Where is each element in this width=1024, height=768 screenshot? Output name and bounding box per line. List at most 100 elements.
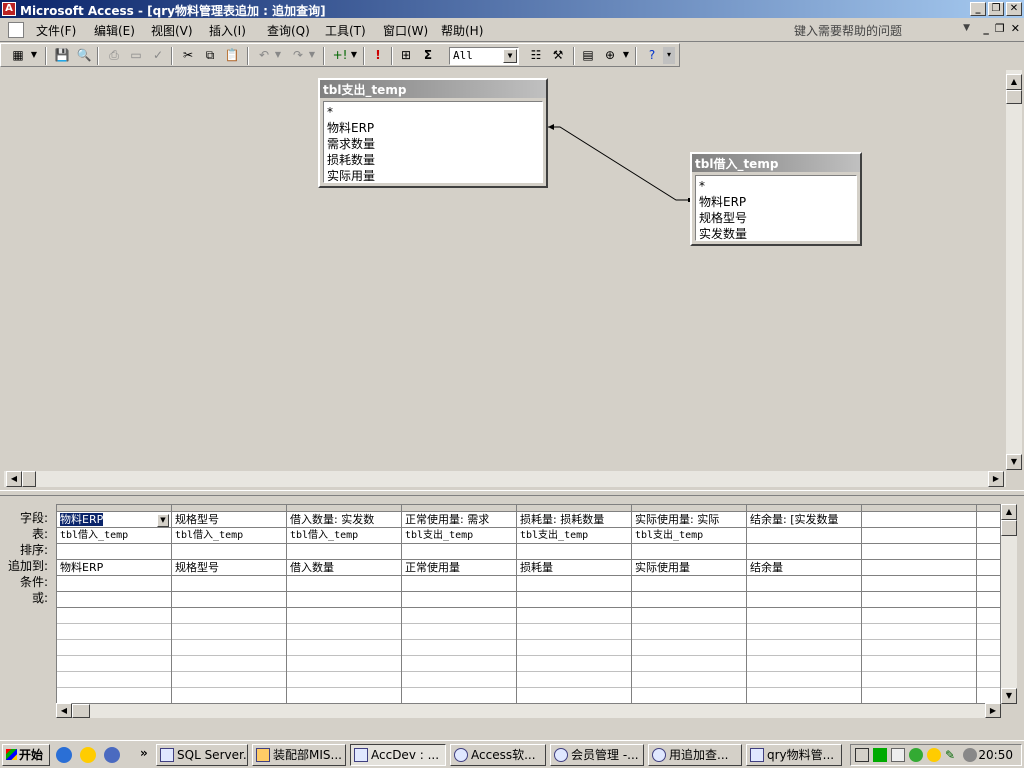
print-icon[interactable]: ⎙	[105, 47, 123, 64]
view-datasheet-icon[interactable]: ▦	[9, 47, 27, 64]
grid-cell-criteria[interactable]	[402, 576, 516, 592]
column-selector[interactable]	[57, 505, 171, 512]
table-box-tbl-expense-temp[interactable]: tbl支出_temp * 物料ERP 需求数量 损耗数量 实际用量	[318, 78, 548, 188]
grid-cell-sort[interactable]	[747, 544, 861, 560]
grid-column[interactable]: 规格型号 tbl借入_temp 规格型号	[172, 505, 287, 703]
grid-cell-table[interactable]: tbl借入_temp	[287, 528, 401, 544]
menu-window[interactable]: 窗口(W)	[383, 22, 428, 39]
grid-vertical-scrollbar[interactable]: ▲ ▼	[1001, 504, 1017, 704]
column-selector[interactable]	[747, 505, 861, 512]
grid-cell-empty[interactable]	[57, 608, 171, 624]
task-sql-server[interactable]: SQL Server...	[156, 744, 248, 766]
grid-cell-sort[interactable]	[402, 544, 516, 560]
grid-cell-empty[interactable]	[172, 656, 286, 672]
field-list[interactable]: * 物料ERP 需求数量 损耗数量 实际用量	[323, 101, 543, 183]
table-pane-vertical-scrollbar[interactable]: ▲ ▼	[1006, 70, 1022, 470]
scroll-thumb[interactable]	[22, 471, 36, 487]
properties-icon[interactable]: ☷	[527, 47, 545, 64]
ie-icon[interactable]	[56, 747, 72, 763]
scroll-right-icon[interactable]: ▶	[985, 703, 1001, 718]
help-search-input[interactable]: 键入需要帮助的问题 ▼	[790, 21, 970, 39]
task-qry-material[interactable]: qry物料管...	[746, 744, 842, 766]
grid-cell-empty[interactable]	[862, 640, 976, 656]
chevron-down-icon[interactable]: ▼	[157, 514, 169, 527]
chevron-down-icon[interactable]: ▼	[349, 47, 359, 64]
field-item[interactable]: *	[327, 104, 539, 120]
grid-cell-empty[interactable]	[747, 672, 861, 688]
grid-cell-empty[interactable]	[747, 608, 861, 624]
grid-cell-empty[interactable]	[977, 624, 1000, 640]
grid-cell-field[interactable]: 正常使用量: 需求	[402, 512, 516, 528]
grid-cell-or[interactable]	[57, 592, 171, 608]
field-list[interactable]: * 物料ERP 规格型号 实发数量	[695, 175, 857, 241]
query-type-icon[interactable]: +!	[331, 47, 349, 64]
grid-cell-empty[interactable]	[517, 640, 631, 656]
grid-column[interactable]: 结余量: [实发数量 结余量	[747, 505, 862, 703]
volume-icon[interactable]	[963, 748, 977, 762]
grid-cell-append-to[interactable]: 借入数量	[287, 560, 401, 576]
grid-cell-sort[interactable]	[977, 544, 1000, 560]
grid-cell-or[interactable]	[977, 592, 1000, 608]
grid-cell-empty[interactable]	[977, 672, 1000, 688]
grid-cell-empty[interactable]	[172, 608, 286, 624]
menu-view[interactable]: 视图(V)	[151, 22, 193, 39]
access-key-icon[interactable]: A	[2, 2, 16, 16]
restore-button[interactable]: ❐	[988, 2, 1004, 16]
column-selector[interactable]	[862, 505, 976, 512]
grid-cell-empty[interactable]	[977, 688, 1000, 703]
grid-cell-empty[interactable]	[517, 624, 631, 640]
grid-cell-field[interactable]: 物料ERP	[57, 512, 171, 528]
grid-cell-empty[interactable]	[632, 608, 746, 624]
grid-cell-empty[interactable]	[172, 688, 286, 703]
grid-cell-empty[interactable]	[632, 640, 746, 656]
grid-cell-empty[interactable]	[862, 624, 976, 640]
grid-cell-sort[interactable]	[172, 544, 286, 560]
task-append-query[interactable]: 用追加查...	[648, 744, 742, 766]
new-object-icon[interactable]: ⊕	[601, 47, 619, 64]
scroll-up-icon[interactable]: ▲	[1006, 74, 1022, 90]
grid-cell-append-to[interactable]: 正常使用量	[402, 560, 516, 576]
grid-cell-or[interactable]	[747, 592, 861, 608]
grid-cell-empty[interactable]	[747, 688, 861, 703]
grid-cell-empty[interactable]	[977, 608, 1000, 624]
grid-cell-append-to[interactable]: 实际使用量	[632, 560, 746, 576]
grid-cell-empty[interactable]	[862, 608, 976, 624]
grid-cell-append-to[interactable]: 物料ERP	[57, 560, 171, 576]
column-selector[interactable]	[977, 505, 1000, 512]
redo-icon[interactable]: ↷	[289, 47, 307, 64]
grid-cell-field[interactable]: 借入数量: 实发数	[287, 512, 401, 528]
grid-cell-empty[interactable]	[402, 688, 516, 703]
grid-cell-empty[interactable]	[57, 656, 171, 672]
grid-cell-empty[interactable]	[402, 608, 516, 624]
grid-column[interactable]: 损耗量: 损耗数量 tbl支出_temp 损耗量	[517, 505, 632, 703]
totals-sigma-icon[interactable]: Σ	[419, 47, 437, 64]
pane-splitter[interactable]	[0, 490, 1024, 496]
task-member-management[interactable]: 会员管理 -...	[550, 744, 644, 766]
print-preview-icon[interactable]: ▭	[127, 47, 145, 64]
grid-column[interactable]: 借入数量: 实发数 tbl借入_temp 借入数量	[287, 505, 402, 703]
grid-cell-criteria[interactable]	[172, 576, 286, 592]
grid-cell-append-to[interactable]	[862, 560, 976, 576]
menu-edit[interactable]: 编辑(E)	[94, 22, 135, 39]
grid-cell-empty[interactable]	[402, 624, 516, 640]
help-icon[interactable]: ?	[643, 47, 661, 64]
mdi-close-button[interactable]: ✕	[1011, 22, 1020, 35]
grid-cell-empty[interactable]	[977, 656, 1000, 672]
grid-cell-empty[interactable]	[287, 624, 401, 640]
menu-tools[interactable]: 工具(T)	[325, 22, 366, 39]
file-search-icon[interactable]: 🔍	[75, 47, 93, 64]
scroll-thumb[interactable]	[72, 704, 90, 718]
top-values-combo[interactable]: All ▼	[449, 47, 519, 65]
task-accdev[interactable]: AccDev : ...	[350, 744, 446, 766]
grid-column[interactable]: 正常使用量: 需求 tbl支出_temp 正常使用量	[402, 505, 517, 703]
scroll-down-icon[interactable]: ▼	[1001, 688, 1017, 704]
grid-cell-empty[interactable]	[402, 656, 516, 672]
mdi-restore-button[interactable]: ❐	[995, 22, 1005, 35]
field-item[interactable]: 需求数量	[327, 136, 539, 152]
grid-cell-field[interactable]: 规格型号	[172, 512, 286, 528]
toolbar-options-icon[interactable]: ▾	[663, 47, 675, 64]
grid-cell-append-to[interactable]: 规格型号	[172, 560, 286, 576]
chevron-down-icon[interactable]: ▼	[503, 49, 517, 63]
spelling-icon[interactable]: ✓	[149, 47, 167, 64]
field-item[interactable]: 物料ERP	[327, 120, 539, 136]
